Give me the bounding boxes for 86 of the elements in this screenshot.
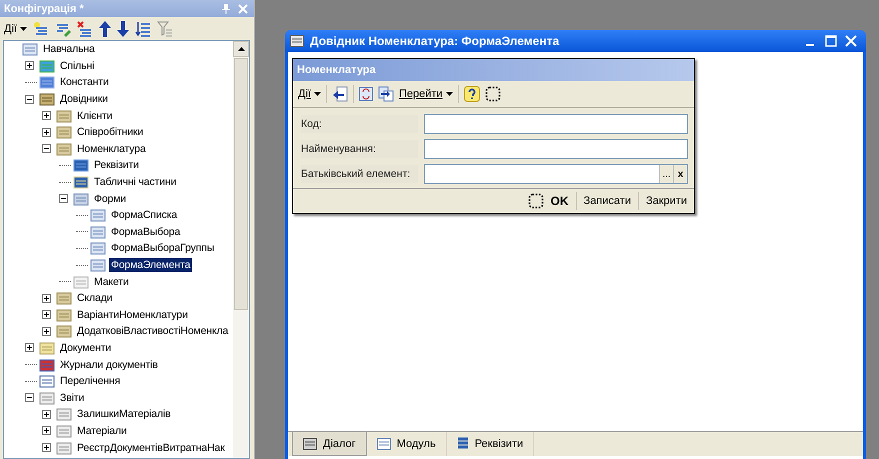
close-icon[interactable] (844, 34, 858, 48)
back-arrow-icon[interactable] (332, 86, 348, 102)
tree-item[interactable]: Перелічення (58, 374, 122, 388)
expander-toggle[interactable] (42, 443, 51, 452)
scrollbar-thumb[interactable] (234, 58, 248, 310)
dotted-frame-icon[interactable] (484, 86, 501, 102)
tree-item[interactable]: ФормаВыбораГруппы (109, 241, 216, 256)
tree-item[interactable]: Звіти (58, 390, 86, 405)
refresh-icon[interactable] (358, 87, 373, 101)
form-icon (90, 258, 106, 272)
form-icon (90, 224, 106, 239)
tree-item[interactable]: ЗалишкиМатеріалів (75, 407, 173, 422)
form-title: Номенклатура (297, 64, 376, 76)
delete-item-icon[interactable] (76, 20, 93, 36)
help-icon[interactable] (464, 86, 480, 102)
expander-toggle[interactable] (59, 194, 68, 204)
select-button[interactable]: ... (659, 165, 673, 183)
form-icon (290, 35, 304, 47)
sort-icon[interactable] (134, 20, 151, 36)
expander-toggle[interactable] (42, 294, 51, 303)
tree-item[interactable]: ФормаСписка (109, 208, 180, 222)
expander-toggle[interactable] (42, 128, 51, 137)
list-icon (456, 437, 469, 451)
tree-item[interactable]: Номенклатура (75, 142, 148, 156)
expander-toggle[interactable] (25, 393, 34, 402)
tree-item[interactable]: Форми (92, 192, 128, 206)
tree-item[interactable]: Константи (58, 75, 111, 90)
dotted-frame-icon (528, 193, 544, 209)
expander-toggle[interactable] (25, 94, 34, 104)
panel-title: Конфігурація * (4, 2, 85, 14)
actions-menu[interactable]: Дії (4, 22, 27, 34)
up-arrow-icon[interactable] (98, 20, 111, 36)
goto-menu[interactable]: Перейти (398, 88, 453, 100)
expander-toggle[interactable] (42, 144, 51, 154)
scrollbar[interactable] (233, 41, 249, 458)
expander-toggle[interactable] (42, 326, 51, 336)
tree-item[interactable]: ФормаВыбора (109, 224, 182, 239)
dialog-icon (303, 438, 317, 450)
window-title: Довідник Номенклатура: ФормаЭлемента (310, 34, 560, 48)
tree-item[interactable]: Навчальна (41, 42, 97, 56)
form-icon (90, 208, 106, 222)
tree-item[interactable]: ДодатковіВластивостіНоменкла (75, 324, 230, 338)
expander-toggle[interactable] (42, 410, 51, 419)
expander-toggle[interactable] (42, 310, 51, 320)
input-field[interactable]: ... x (424, 164, 688, 184)
expander-toggle[interactable] (42, 426, 51, 436)
caret-icon (20, 26, 27, 30)
field-label: Код: (301, 115, 418, 133)
caret-icon (446, 92, 453, 96)
filter-icon[interactable] (156, 20, 173, 36)
tree-item[interactable]: Матеріали (75, 424, 129, 438)
document-icon (376, 438, 391, 450)
tree-item[interactable]: Табличні частини (92, 175, 178, 190)
ok-button[interactable]: OK (548, 194, 572, 208)
clear-button[interactable]: x (673, 165, 687, 183)
down-arrow-icon[interactable] (116, 20, 129, 36)
field-label: Батьківський елемент: (301, 165, 418, 183)
expander-toggle[interactable] (25, 343, 34, 352)
add-item-icon[interactable] (32, 20, 49, 36)
tree-item[interactable]: Реквізити (92, 158, 141, 172)
actions-menu[interactable]: Дії (298, 88, 321, 100)
tree-item[interactable]: Документи (58, 340, 114, 355)
expander-toggle[interactable] (42, 111, 51, 120)
form-button[interactable]: Закрити (642, 195, 690, 207)
copy-arrow-icon[interactable] (378, 86, 394, 102)
up-caret-icon (238, 47, 244, 51)
maximize-icon[interactable] (824, 34, 838, 48)
field-label: Найменування: (301, 140, 418, 158)
form-icon (90, 241, 106, 256)
expander-toggle[interactable] (25, 61, 34, 70)
input-field[interactable] (424, 114, 688, 134)
tree-item[interactable]: Журнали документів (58, 358, 160, 372)
caret-icon (314, 92, 321, 96)
scroll-up-button[interactable] (233, 41, 249, 57)
tree-item[interactable]: Склади (75, 291, 114, 306)
input-field[interactable] (424, 139, 688, 159)
tree-item[interactable]: ВаріантиНоменклатури (75, 308, 190, 322)
tree-item[interactable]: Макети (92, 274, 131, 289)
tree-item[interactable]: Довідники (58, 92, 110, 106)
tree-item[interactable]: ФормаЭлемента (109, 258, 192, 272)
tree-item[interactable]: РеєстрДокументівВитратнаНак (75, 440, 227, 455)
tab[interactable]: Діалог (292, 432, 367, 456)
tree-item[interactable]: Клієнти (75, 108, 114, 123)
tree-item[interactable]: Співробітники (75, 125, 146, 140)
form-button[interactable]: Записати (580, 195, 634, 207)
tree-item[interactable]: Спільні (58, 58, 96, 73)
